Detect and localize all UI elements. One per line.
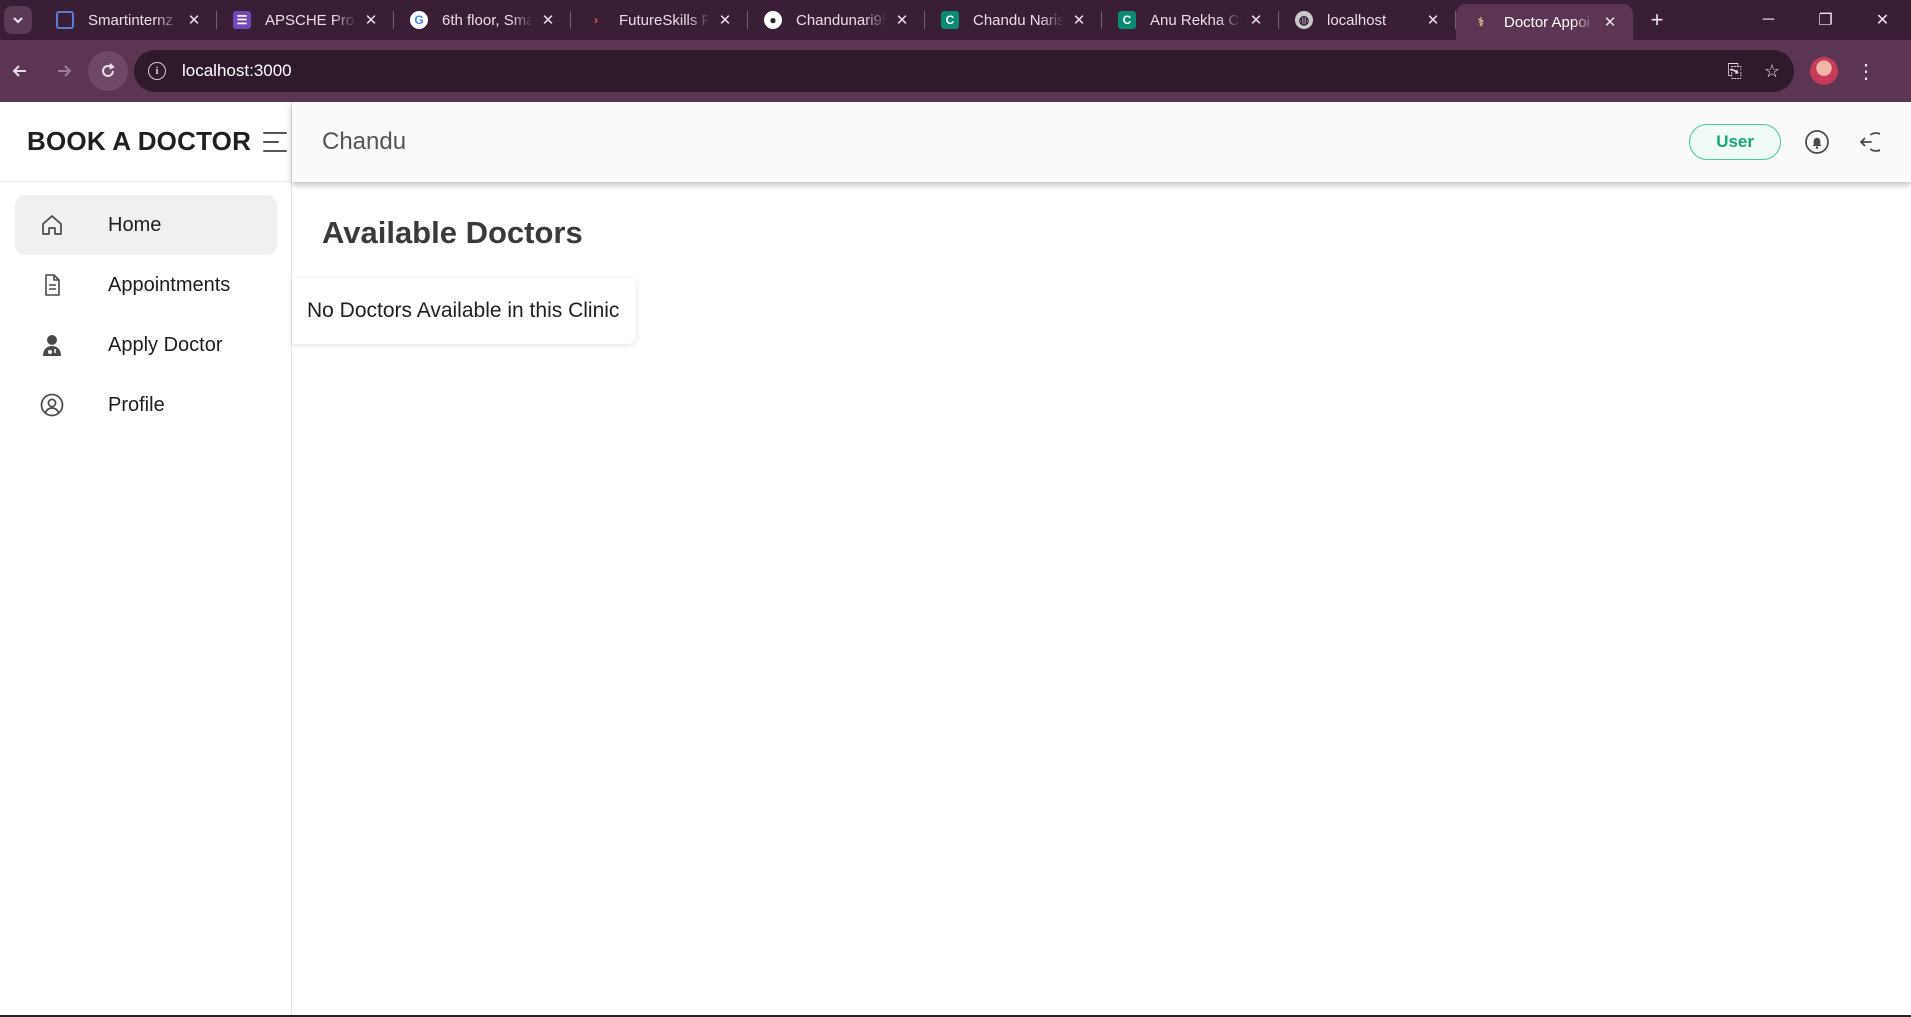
sidebar-item-label: Profile [108, 393, 165, 416]
logout-icon[interactable] [1853, 128, 1881, 156]
close-tab-icon[interactable]: ✕ [362, 11, 380, 29]
sidebar-item-appointments[interactable]: Appointments [15, 255, 277, 315]
google-icon: G [410, 11, 428, 29]
tab-title: Smartinternz [88, 11, 174, 29]
arrow-right-icon [58, 65, 72, 77]
tab-title: Chandunari95 [796, 11, 887, 29]
doctor-icon [37, 330, 67, 360]
forward-button[interactable] [46, 53, 82, 89]
replit-icon: C [1118, 11, 1136, 29]
restore-icon[interactable]: ❐ [1797, 0, 1854, 40]
smartinternz-icon [56, 11, 74, 29]
browser-tab[interactable]: C Anu Rekha Ch ✕ [1102, 0, 1279, 40]
forms-icon: ☰ [233, 11, 251, 29]
tab-title: FutureSkills P [619, 11, 710, 29]
empty-state-message: No Doctors Available in this Clinic [307, 299, 620, 322]
tab-title: localhost [1327, 11, 1387, 29]
close-window-icon[interactable]: ✕ [1854, 0, 1911, 40]
browser-tab[interactable]: ● Chandunari95 ✕ [748, 0, 925, 40]
close-tab-icon[interactable]: ✕ [1070, 11, 1088, 29]
install-app-icon[interactable]: ⎘ [1727, 61, 1741, 82]
top-header: Chandu User [292, 102, 1911, 182]
header-actions: User [1689, 124, 1881, 160]
tab-title: 6th floor, Sma [442, 11, 533, 29]
tab-title: APSCHE Proje [265, 11, 356, 29]
more-menu-icon[interactable]: ⋮ [1856, 59, 1876, 84]
site-info-icon[interactable]: i [148, 62, 166, 80]
home-icon [37, 210, 67, 240]
browser-tab[interactable]: ☰ APSCHE Proje ✕ [217, 0, 394, 40]
sidebar-item-apply-doctor[interactable]: Apply Doctor [15, 315, 277, 375]
browser-tab[interactable]: C Chandu Narisi ✕ [925, 0, 1102, 40]
app-root: BOOK A DOCTOR Home Appointments Apply Do… [0, 102, 1911, 1015]
window-controls: ─ ❐ ✕ [1740, 0, 1911, 40]
close-tab-icon[interactable]: ✕ [1601, 13, 1619, 31]
futureskills-icon: › [594, 13, 598, 27]
close-tab-icon[interactable]: ✕ [716, 11, 734, 29]
sidebar-nav: Home Appointments Apply Doctor Profile [0, 182, 291, 435]
sidebar-item-profile[interactable]: Profile [15, 375, 277, 435]
role-badge: User [1689, 124, 1781, 160]
back-button[interactable] [2, 53, 38, 89]
arrow-left-icon [12, 65, 26, 77]
brand-bar: BOOK A DOCTOR [0, 102, 291, 182]
new-tab-button[interactable]: + [1639, 2, 1675, 38]
browser-tab[interactable]: Smartinternz ✕ [40, 0, 217, 40]
menu-toggle-icon[interactable] [263, 131, 288, 152]
close-tab-icon[interactable]: ✕ [1424, 11, 1442, 29]
browser-tab-bar: Smartinternz ✕ ☰ APSCHE Proje ✕ G 6th fl… [0, 0, 1911, 40]
tab-search-button[interactable] [4, 6, 32, 34]
browser-toolbar: i localhost:3000 ⎘ ☆ ⋮ [0, 40, 1911, 102]
tab-title: Chandu Narisi [973, 11, 1064, 29]
address-bar[interactable]: i localhost:3000 ⎘ ☆ [134, 50, 1794, 92]
page-title: Available Doctors [322, 215, 583, 250]
tab-title: Anu Rekha Ch [1150, 11, 1241, 29]
sidebar-item-label: Home [108, 213, 162, 236]
user-name: Chandu [322, 128, 407, 155]
empty-state-card: No Doctors Available in this Clinic [292, 278, 636, 344]
close-tab-icon[interactable]: ✕ [185, 11, 203, 29]
tab-title: Doctor Appoi [1504, 13, 1590, 31]
browser-tab-active[interactable]: ⚕ Doctor Appoi ✕ [1456, 4, 1633, 40]
github-icon: ● [764, 11, 782, 29]
main-content: Available Doctors No Doctors Available i… [292, 182, 1911, 1015]
tab-strip: Smartinternz ✕ ☰ APSCHE Proje ✕ G 6th fl… [40, 0, 1675, 40]
user-circle-icon [37, 390, 67, 420]
close-tab-icon[interactable]: ✕ [539, 11, 557, 29]
notification-bell-icon[interactable] [1803, 128, 1831, 156]
url-text: localhost:3000 [182, 61, 292, 80]
bookmark-star-icon[interactable]: ☆ [1764, 61, 1780, 82]
browser-tab[interactable]: › FutureSkills P ✕ [571, 0, 748, 40]
browser-tab[interactable]: G 6th floor, Sma ✕ [394, 0, 571, 40]
sidebar: BOOK A DOCTOR Home Appointments Apply Do… [0, 102, 292, 1015]
brand-title: BOOK A DOCTOR [27, 126, 252, 156]
chevron-down-icon [13, 17, 23, 24]
close-tab-icon[interactable]: ✕ [1247, 11, 1265, 29]
profile-avatar[interactable] [1810, 57, 1838, 85]
close-tab-icon[interactable]: ✕ [893, 11, 911, 29]
globe-icon: ◍ [1295, 11, 1313, 29]
reload-icon [102, 63, 115, 77]
browser-tab[interactable]: ◍ localhost ✕ [1279, 0, 1456, 40]
document-icon [37, 270, 67, 300]
reload-button[interactable] [88, 51, 128, 91]
replit-icon: C [941, 11, 959, 29]
sidebar-item-home[interactable]: Home [15, 195, 277, 255]
minimize-icon[interactable]: ─ [1740, 0, 1797, 40]
sidebar-item-label: Apply Doctor [108, 333, 223, 356]
sidebar-item-label: Appointments [108, 273, 231, 296]
doctor-icon: ⚕ [1477, 15, 1485, 29]
